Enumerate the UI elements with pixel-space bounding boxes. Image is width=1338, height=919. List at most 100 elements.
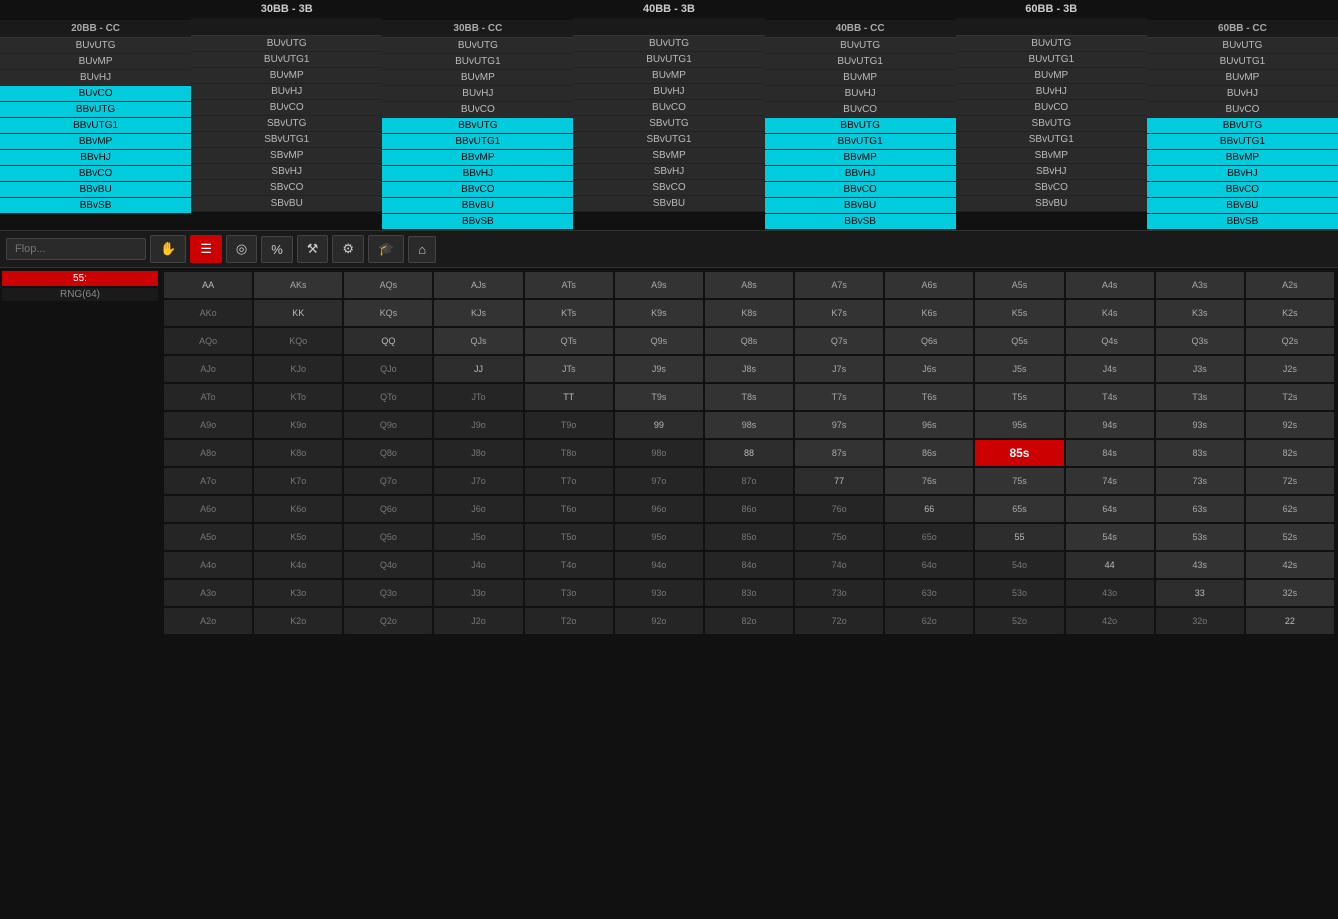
range-item[interactable]: BBvMP [1147, 150, 1338, 166]
range-item[interactable]: BBvHJ [1147, 166, 1338, 182]
range-item[interactable]: BBvUTG [0, 102, 191, 118]
range-item[interactable]: BBvUTG1 [382, 134, 573, 150]
hand-cell[interactable]: K8s [705, 300, 793, 326]
hand-cell[interactable]: 94s [1066, 412, 1154, 438]
hand-cell[interactable]: J8s [705, 356, 793, 382]
hand-cell[interactable]: KQo [254, 328, 342, 354]
hand-cell[interactable]: 63o [885, 580, 973, 606]
hand-cell[interactable]: K4o [254, 552, 342, 578]
range-item[interactable]: BBvSB [382, 214, 573, 230]
range-item[interactable]: BUvHJ [956, 84, 1147, 100]
hand-cell[interactable]: AQs [344, 272, 432, 298]
hand-cell[interactable]: 86o [705, 496, 793, 522]
range-item[interactable]: SBvHJ [956, 164, 1147, 180]
range-item[interactable]: BUvCO [956, 100, 1147, 116]
range-item[interactable]: BBvMP [765, 150, 956, 166]
hand-cell[interactable]: QTs [525, 328, 613, 354]
hand-cell[interactable]: A4s [1066, 272, 1154, 298]
hand-cell[interactable]: 97s [795, 412, 883, 438]
range-item[interactable]: BUvUTG [0, 38, 191, 54]
hand-cell[interactable]: K7s [795, 300, 883, 326]
hand-cell[interactable]: Q6s [885, 328, 973, 354]
hand-cell[interactable]: K3o [254, 580, 342, 606]
hand-cell[interactable]: Q3o [344, 580, 432, 606]
hand-cell[interactable]: K7o [254, 468, 342, 494]
hand-cell[interactable]: A3s [1156, 272, 1244, 298]
range-item[interactable]: SBvMP [956, 148, 1147, 164]
range-item[interactable]: BUvHJ [765, 86, 956, 102]
hand-cell[interactable]: KQs [344, 300, 432, 326]
hand-cell[interactable]: AKo [164, 300, 252, 326]
range-item[interactable]: BBvMP [0, 134, 191, 150]
hand-cell[interactable]: J6o [434, 496, 522, 522]
hand-cell[interactable]: 53s [1156, 524, 1244, 550]
range-item[interactable]: SBvMP [573, 148, 764, 164]
hand-cell[interactable]: 87o [705, 468, 793, 494]
hand-cell[interactable]: 42s [1246, 552, 1334, 578]
hand-cell[interactable]: 42o [1066, 608, 1154, 634]
range-item[interactable]: BUvCO [1147, 102, 1338, 118]
hand-cell[interactable]: 65o [885, 524, 973, 550]
hand-cell[interactable]: 95s [975, 412, 1063, 438]
hand-cell[interactable]: 82o [705, 608, 793, 634]
range-item[interactable]: SBvHJ [191, 164, 382, 180]
range-item[interactable]: BBvUTG [765, 118, 956, 134]
circle-mode-button[interactable]: ◎ [226, 235, 257, 263]
hand-cell[interactable]: 43o [1066, 580, 1154, 606]
hand-cell[interactable]: 83s [1156, 440, 1244, 466]
hand-cell[interactable]: A9o [164, 412, 252, 438]
hand-cell[interactable]: 32s [1246, 580, 1334, 606]
range-item[interactable]: BUvUTG [1147, 38, 1338, 54]
list-mode-button[interactable]: ☰ [190, 235, 222, 263]
hand-cell[interactable]: T5o [525, 524, 613, 550]
hand-cell[interactable]: A7s [795, 272, 883, 298]
hand-cell[interactable]: 85s [975, 440, 1063, 466]
range-item[interactable]: SBvBU [191, 196, 382, 212]
hand-cell[interactable]: K6o [254, 496, 342, 522]
hand-cell[interactable]: QQ [344, 328, 432, 354]
hand-cell[interactable]: QTo [344, 384, 432, 410]
hand-cell[interactable]: K9o [254, 412, 342, 438]
hand-cell[interactable]: T4s [1066, 384, 1154, 410]
hand-cell[interactable]: A2o [164, 608, 252, 634]
range-item[interactable]: SBvCO [956, 180, 1147, 196]
hand-cell[interactable]: 98s [705, 412, 793, 438]
range-item[interactable]: BBvUTG [1147, 118, 1338, 134]
hand-cell[interactable]: T6s [885, 384, 973, 410]
hand-cell[interactable]: 64s [1066, 496, 1154, 522]
range-item[interactable]: BBvSB [1147, 214, 1338, 230]
hand-cell[interactable]: J2s [1246, 356, 1334, 382]
range-item[interactable]: SBvUTG [956, 116, 1147, 132]
hand-cell[interactable]: J5s [975, 356, 1063, 382]
hand-cell[interactable]: 33 [1156, 580, 1244, 606]
range-item[interactable]: SBvCO [573, 180, 764, 196]
range-item[interactable]: BUvUTG [382, 38, 573, 54]
hand-cell[interactable]: A2s [1246, 272, 1334, 298]
range-item[interactable]: SBvUTG [573, 116, 764, 132]
hand-cell[interactable]: A7o [164, 468, 252, 494]
hand-cell[interactable]: AA [164, 272, 252, 298]
range-item[interactable]: BBvMP [382, 150, 573, 166]
hand-cell[interactable]: Q2o [344, 608, 432, 634]
hand-cell[interactable]: 86s [885, 440, 973, 466]
hand-cell[interactable]: 63s [1156, 496, 1244, 522]
hand-cell[interactable]: Q7s [795, 328, 883, 354]
hand-cell[interactable]: J6s [885, 356, 973, 382]
hand-cell[interactable]: AJo [164, 356, 252, 382]
hand-cell[interactable]: 73s [1156, 468, 1244, 494]
hand-cell[interactable]: Q2s [1246, 328, 1334, 354]
hand-cell[interactable]: 53o [975, 580, 1063, 606]
hand-cell[interactable]: 22 [1246, 608, 1334, 634]
hand-cell[interactable]: Q5s [975, 328, 1063, 354]
range-item[interactable]: BUvCO [765, 102, 956, 118]
range-item[interactable]: BBvBU [382, 198, 573, 214]
range-item[interactable]: BUvUTG1 [1147, 54, 1338, 70]
hand-cell[interactable]: A8s [705, 272, 793, 298]
hand-cell[interactable]: 52s [1246, 524, 1334, 550]
hand-cell[interactable]: Q9o [344, 412, 432, 438]
hand-cell[interactable]: KJo [254, 356, 342, 382]
hand-cell[interactable]: 85o [705, 524, 793, 550]
hand-cell[interactable]: T3s [1156, 384, 1244, 410]
range-item[interactable]: BUvUTG1 [765, 54, 956, 70]
range-item[interactable]: BUvUTG [765, 38, 956, 54]
